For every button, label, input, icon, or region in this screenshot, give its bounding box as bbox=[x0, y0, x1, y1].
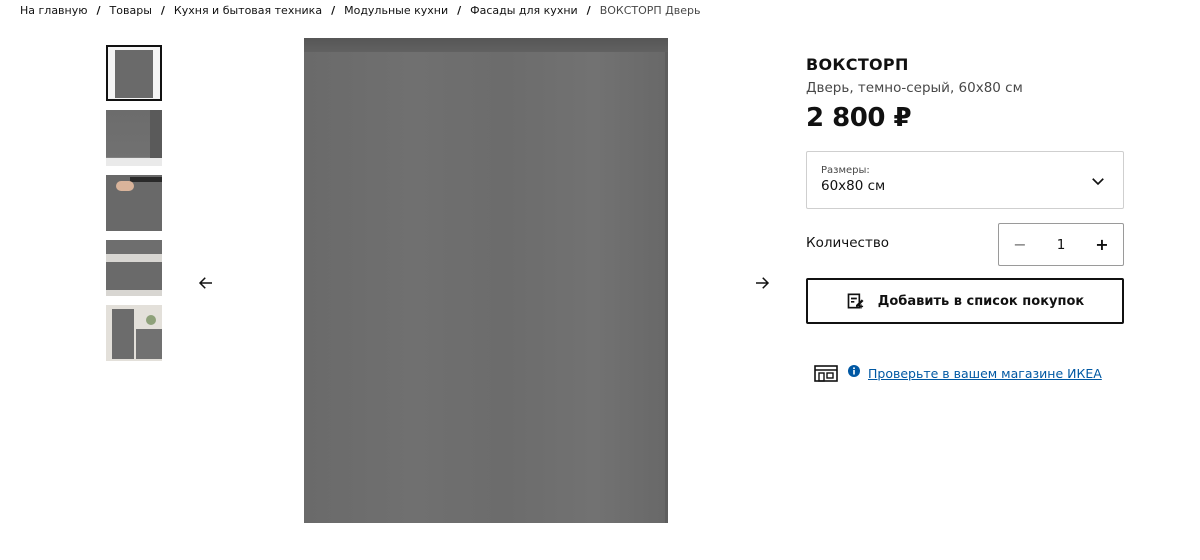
info-icon bbox=[848, 365, 860, 377]
product-price: 2 800 ₽ bbox=[806, 103, 912, 133]
kitchen-tall-cabinet bbox=[112, 309, 134, 359]
thumbnail-kitchen[interactable] bbox=[106, 240, 162, 296]
arrow-right-icon bbox=[756, 277, 770, 289]
door-hand-thumbnail-icon bbox=[106, 175, 162, 231]
shopping-list-icon bbox=[847, 293, 864, 309]
product-name: ВОКСТОРП bbox=[806, 55, 909, 74]
door-face bbox=[304, 52, 668, 523]
breadcrumb-separator: / bbox=[160, 3, 165, 17]
door-edge-shadow bbox=[150, 110, 162, 158]
check-store-link[interactable]: Проверьте в вашем магазине ИКЕА bbox=[868, 366, 1102, 381]
breadcrumb-products[interactable]: Товары bbox=[110, 4, 152, 17]
store-icon bbox=[814, 365, 838, 382]
gallery-prev-button[interactable] bbox=[192, 269, 220, 297]
kitchen-counter bbox=[136, 329, 162, 359]
breadcrumb-separator: / bbox=[586, 3, 591, 17]
thumbnail-kitchen-tall[interactable] bbox=[106, 305, 162, 361]
hand-shape bbox=[116, 181, 134, 191]
size-selector[interactable]: Размеры: 60x80 см bbox=[806, 151, 1124, 209]
breadcrumb-kitchen-fronts[interactable]: Фасады для кухни bbox=[470, 4, 578, 17]
quantity-increase-button[interactable]: + bbox=[1091, 234, 1113, 256]
breadcrumb-kitchen-appliances[interactable]: Кухня и бытовая техника bbox=[174, 4, 322, 17]
breadcrumb-current: ВОКСТОРП Дверь bbox=[599, 3, 701, 17]
arrow-left-icon bbox=[198, 277, 212, 289]
breadcrumb-separator: / bbox=[331, 3, 336, 17]
product-info-panel: ВОКСТОРП Дверь, темно-серый, 60x80 см 2 … bbox=[806, 54, 1124, 382]
quantity-decrease-button[interactable]: − bbox=[1009, 234, 1031, 256]
add-to-shopping-list-label: Добавить в список покупок bbox=[877, 293, 1085, 309]
gallery-next-button[interactable] bbox=[748, 269, 776, 297]
quantity-stepper: − 1 + bbox=[998, 223, 1124, 266]
breadcrumb-modular-kitchens[interactable]: Модульные кухни bbox=[344, 4, 448, 17]
breadcrumb: На главную / Товары / Кухня и бытовая те… bbox=[20, 3, 701, 17]
door-handle-edge bbox=[130, 177, 162, 182]
size-selector-label: Размеры: bbox=[821, 165, 870, 176]
thumbnail-door-front[interactable] bbox=[106, 45, 162, 101]
breadcrumb-home[interactable]: На главную bbox=[20, 4, 88, 17]
kitchen-upper-cabinets bbox=[106, 240, 162, 254]
thumbnail-door-edge[interactable] bbox=[106, 110, 162, 166]
breadcrumb-separator: / bbox=[457, 3, 462, 17]
size-selector-value: 60x80 см bbox=[821, 178, 886, 194]
add-to-shopping-list-button[interactable]: Добавить в список покупок bbox=[806, 278, 1124, 324]
kitchen-plant bbox=[146, 315, 156, 325]
breadcrumb-separator: / bbox=[96, 3, 101, 17]
quantity-label: Количество bbox=[806, 235, 890, 251]
kitchen-lower-cabinets bbox=[106, 262, 162, 290]
product-description: Дверь, темно-серый, 60x80 см bbox=[806, 80, 1023, 96]
main-product-image[interactable] bbox=[304, 38, 668, 523]
chevron-down-icon bbox=[1092, 178, 1104, 186]
door-top-edge bbox=[304, 38, 668, 52]
door-front-thumbnail-icon bbox=[115, 50, 153, 98]
store-availability-row: Проверьте в вашем магазине ИКЕА bbox=[814, 364, 1102, 382]
door-side-edge bbox=[665, 52, 668, 523]
thumbnail-door-hand[interactable] bbox=[106, 175, 162, 231]
quantity-value[interactable]: 1 bbox=[1046, 237, 1076, 253]
